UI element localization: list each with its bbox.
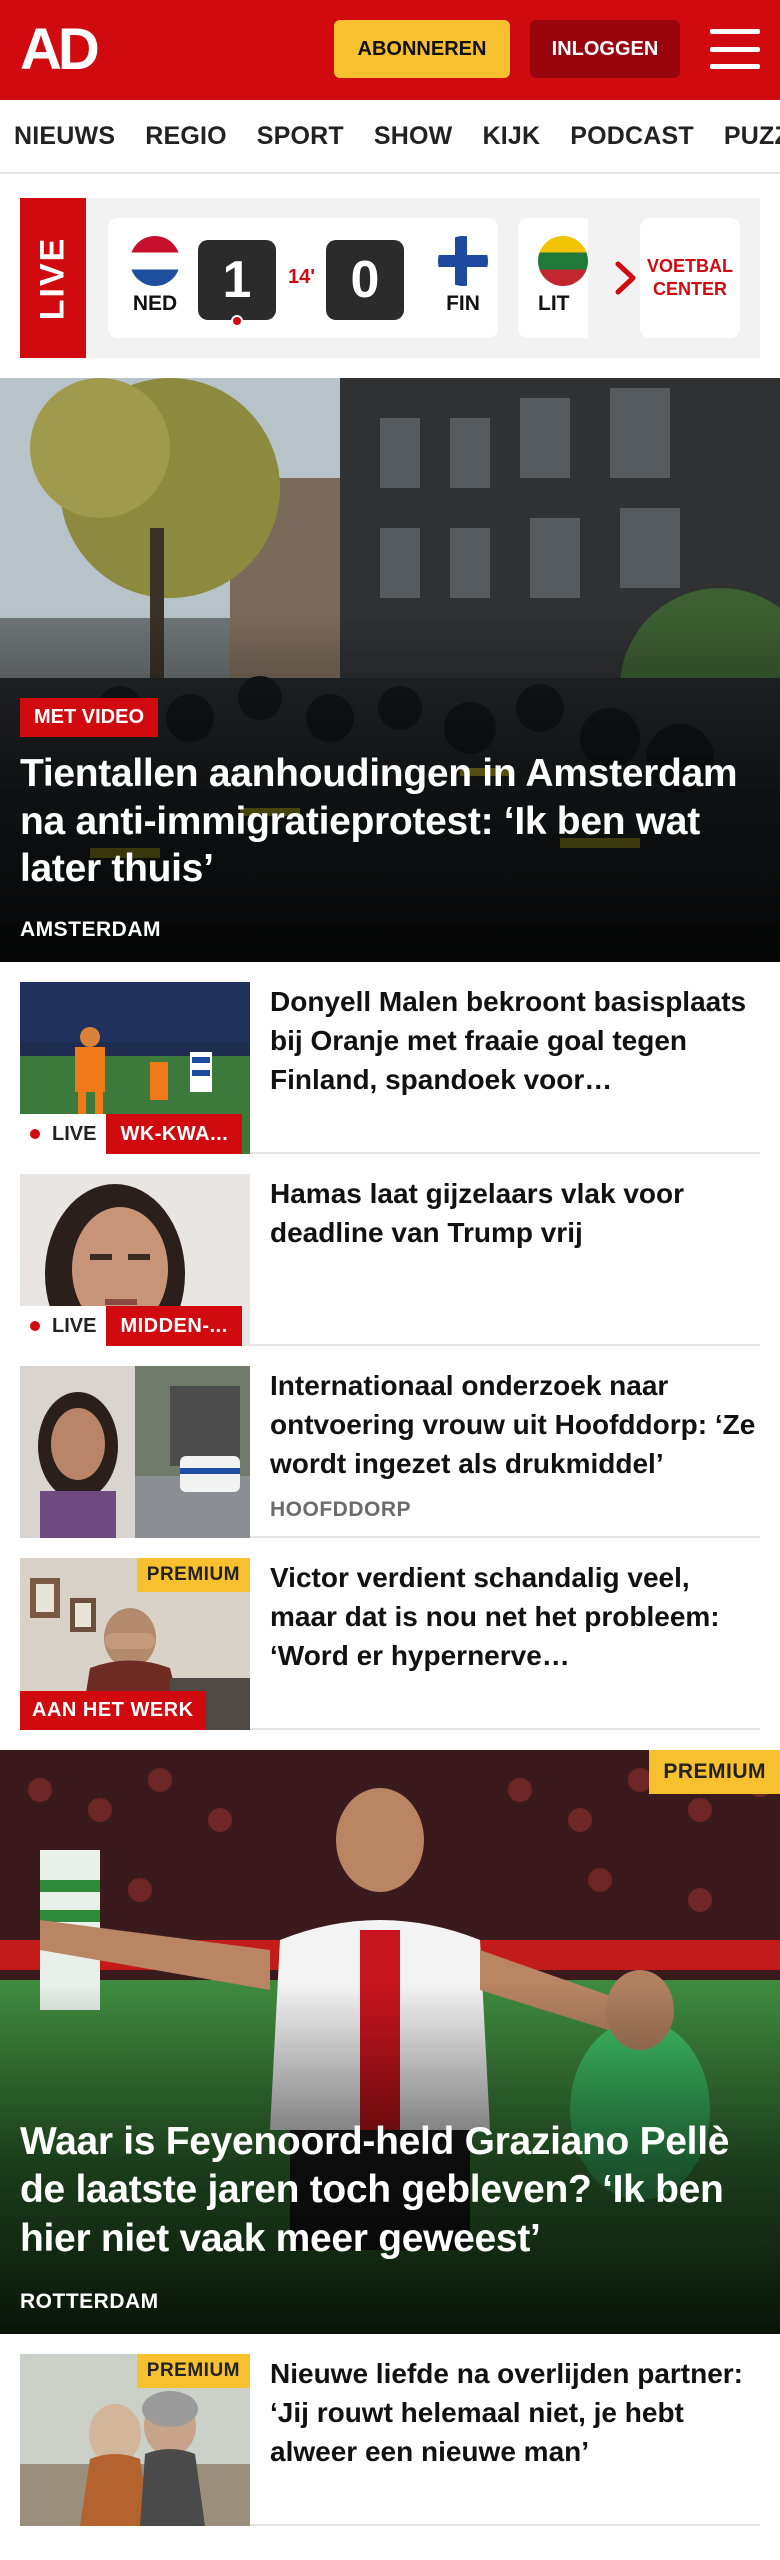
netherlands-flag-icon — [130, 236, 180, 286]
live-scores-strip: LIVE NED 1 14' 0 FIN LIT VOETBAL CENTER — [20, 198, 760, 358]
hero-article[interactable]: MET VIDEO Tientallen aanhoudingen in Ams… — [0, 378, 780, 962]
article-thumbnail: LIVE MIDDEN-... — [20, 1174, 250, 1346]
video-badge: MET VIDEO — [20, 698, 159, 737]
nav-item-sport[interactable]: SPORT — [257, 122, 344, 151]
feature-title[interactable]: Waar is Feyenoord-held Graziano Pellè de… — [20, 2118, 750, 2263]
article-title[interactable]: Victor verdient schandalig veel, maar da… — [270, 1558, 760, 1676]
premium-badge: PREMIUM — [136, 1558, 250, 1592]
home-team: NED — [122, 236, 188, 316]
login-button[interactable]: INLOGGEN — [530, 20, 680, 78]
home-team-code: NED — [132, 292, 178, 315]
list-item[interactable]: LIVE WK-KWA... Donyell Malen bekroont ba… — [20, 962, 760, 1154]
nav-item-puzzels[interactable]: PUZZELS — [724, 122, 780, 151]
menu-icon[interactable] — [710, 27, 760, 71]
article-title[interactable]: Hamas laat gijzelaars vlak voor deadline… — [270, 1174, 760, 1252]
next-team: LIT — [538, 236, 588, 316]
nav-item-show[interactable]: SHOW — [374, 122, 453, 151]
list-item[interactable]: PREMIUM AAN HET WERK Victor verdient sch… — [20, 1538, 760, 1730]
article-thumbnail: LIVE WK-KWA... — [20, 982, 250, 1154]
nav-item-kijk[interactable]: KIJK — [482, 122, 540, 151]
nav-item-podcast[interactable]: PODCAST — [570, 122, 694, 151]
live-dot-icon — [30, 1129, 40, 1139]
nav-item-nieuws[interactable]: NIEUWS — [14, 122, 115, 151]
live-chip: LIVE — [20, 1114, 107, 1154]
match-minute: 14' — [288, 266, 316, 288]
match-card-ned-fin[interactable]: NED 1 14' 0 FIN — [108, 218, 498, 338]
premium-badge: PREMIUM — [649, 1750, 780, 1794]
feature-article[interactable]: PREMIUM Waar is Feyenoord-held Graziano … — [0, 1750, 780, 2334]
list-item[interactable]: LIVE MIDDEN-... Hamas laat gijzelaars vl… — [20, 1154, 760, 1346]
live-chip: LIVE — [20, 1306, 107, 1346]
match-card-next[interactable]: LIT — [518, 218, 588, 338]
home-score: 1 — [198, 240, 276, 327]
article-thumbnail: PREMIUM AAN HET WERK — [20, 1558, 250, 1730]
section-chip: MIDDEN-... — [106, 1306, 242, 1346]
ad-logo[interactable]: AD — [20, 21, 100, 79]
hero-title[interactable]: Tientallen aanhoudingen in Amsterdam na … — [20, 750, 750, 893]
site-header: AD ABONNEREN INLOGGEN — [0, 0, 780, 100]
main-nav: NIEUWS REGIO SPORT SHOW KIJK PODCAST PUZ… — [0, 100, 780, 174]
nav-item-regio[interactable]: REGIO — [145, 122, 227, 151]
live-label: LIVE — [20, 198, 86, 358]
premium-badge: PREMIUM — [136, 2354, 250, 2388]
article-location: HOOFDDORP — [270, 1498, 411, 1521]
lithuania-flag-icon — [538, 236, 588, 286]
missing-woman-image — [20, 1366, 250, 1538]
article-title[interactable]: Donyell Malen bekroont basis­plaats bij … — [270, 982, 760, 1100]
header-actions: ABONNEREN INLOGGEN — [334, 20, 760, 78]
away-team: FIN — [430, 236, 496, 316]
thumbnail-labels: LIVE MIDDEN-... — [20, 1306, 242, 1346]
away-score: 0 — [326, 240, 404, 320]
article-title[interactable]: Internationaal onderzoek naar ontvoering… — [270, 1366, 760, 1484]
article-thumbnail: PREMIUM — [20, 2354, 250, 2526]
list-item[interactable]: PREMIUM Nieuwe liefde na overlijden part… — [20, 2334, 760, 2526]
section-chip: AAN HET WERK — [20, 1691, 206, 1730]
next-team-code: LIT — [538, 292, 570, 315]
finland-flag-icon — [438, 236, 488, 286]
list-item[interactable]: Internationaal onderzoek naar ontvoering… — [20, 1346, 760, 1538]
subscribe-button[interactable]: ABONNEREN — [334, 20, 510, 78]
live-dot-icon — [30, 1321, 40, 1331]
article-thumbnail — [20, 1366, 250, 1538]
away-team-code: FIN — [446, 292, 480, 315]
thumbnail-labels: LIVE WK-KWA... — [20, 1114, 243, 1154]
live-dot-icon — [231, 315, 243, 327]
article-title[interactable]: Nieuwe liefde na overlijden partner: ‘Ji… — [270, 2354, 760, 2472]
section-chip: WK-KWA... — [106, 1114, 243, 1154]
feature-location: ROTTERDAM — [20, 2290, 159, 2313]
hero-location: AMSTERDAM — [20, 918, 161, 941]
voetbal-center-button[interactable]: VOETBAL CENTER — [640, 218, 740, 338]
